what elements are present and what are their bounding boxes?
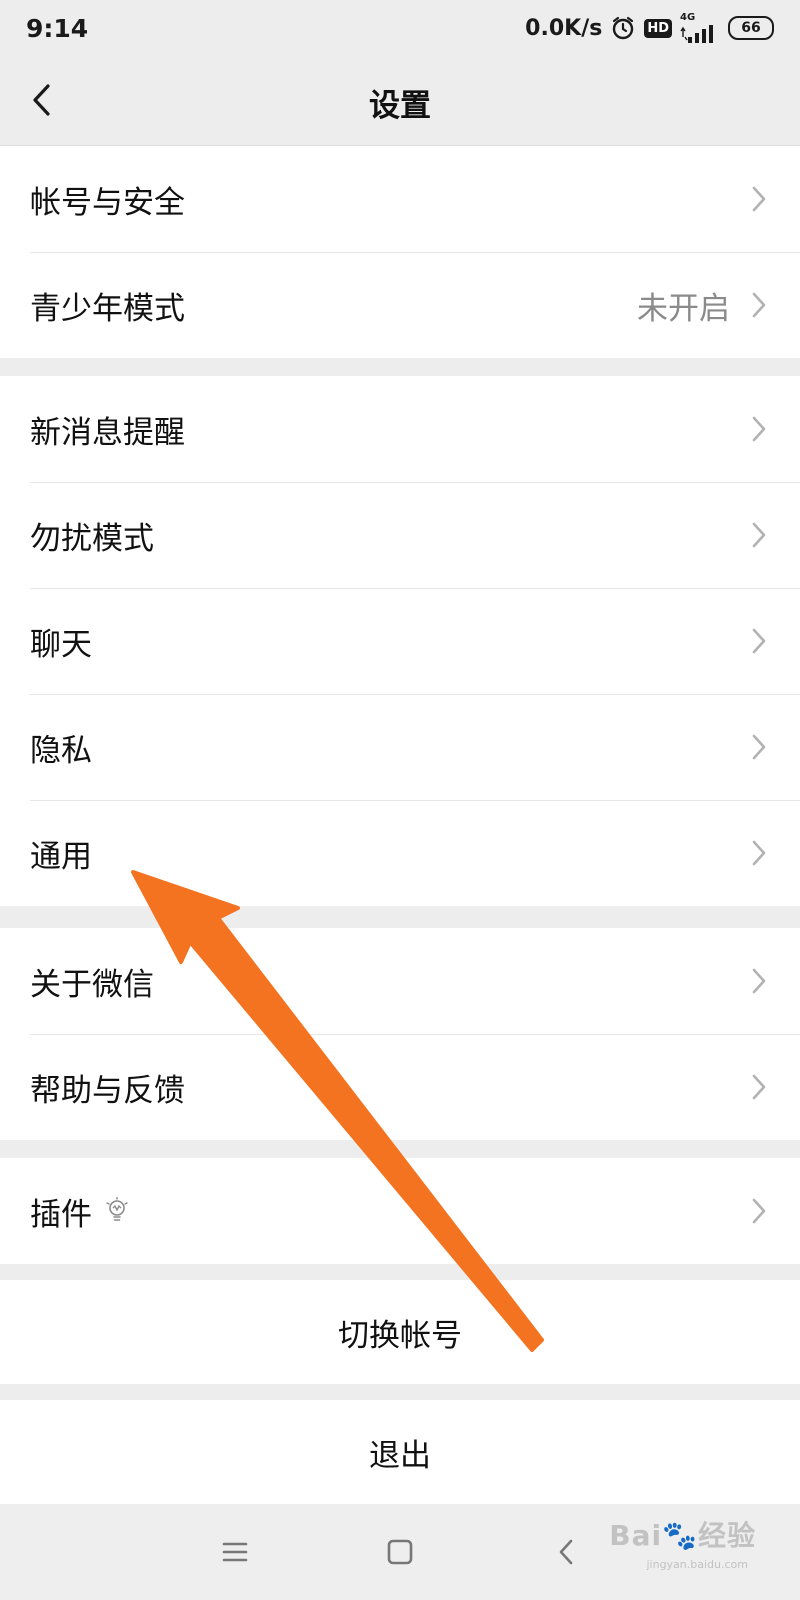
settings-group-about: 关于微信 帮助与反馈 <box>0 928 800 1140</box>
settings-item-chat[interactable]: 聊天 <box>0 588 800 694</box>
chevron-right-icon <box>752 628 766 654</box>
switch-account-label: 切换帐号 <box>338 1317 462 1354</box>
home-icon[interactable] <box>382 1534 418 1570</box>
settings-item-label: 聊天 <box>30 626 92 663</box>
settings-group-account: 帐号与安全 青少年模式 未开启 <box>0 146 800 358</box>
settings-item-do-not-disturb[interactable]: 勿扰模式 <box>0 482 800 588</box>
watermark-domain: jingyan.baidu.com <box>646 1558 748 1571</box>
status-bar: 9:14 0.0K/s HD 4G 66 <box>0 0 800 56</box>
alarm-icon <box>610 15 636 41</box>
settings-group-plugins: 插件 <box>0 1158 800 1264</box>
chevron-right-icon <box>752 968 766 994</box>
status-time: 9:14 <box>26 13 89 43</box>
settings-item-label: 帐号与安全 <box>30 184 185 221</box>
chevron-right-icon <box>752 1074 766 1100</box>
chevron-right-icon <box>752 734 766 760</box>
battery-icon: 66 <box>728 16 774 40</box>
chevron-right-icon <box>752 292 766 318</box>
watermark-brand-suffix: 经验 <box>697 1519 756 1552</box>
settings-item-label: 插件 <box>30 1196 92 1233</box>
nav-header: 设置 <box>0 56 800 146</box>
watermark-brand: Bai <box>609 1519 663 1552</box>
menu-icon[interactable] <box>217 1534 253 1570</box>
switch-account-button[interactable]: 切换帐号 <box>0 1280 800 1384</box>
hd-icon: HD <box>644 18 672 38</box>
settings-item-label: 隐私 <box>30 732 92 769</box>
settings-item-help-feedback[interactable]: 帮助与反馈 <box>0 1034 800 1140</box>
chevron-right-icon <box>752 522 766 548</box>
settings-item-youth-mode[interactable]: 青少年模式 未开启 <box>0 252 800 358</box>
paw-icon: 🐾 <box>662 1519 698 1552</box>
page-title: 设置 <box>369 88 431 124</box>
signal-icon: 4G <box>680 13 720 43</box>
settings-item-label: 青少年模式 <box>30 290 185 327</box>
settings-item-general[interactable]: 通用 <box>0 800 800 906</box>
baidu-watermark: Bai🐾经验 <box>609 1514 756 1554</box>
logout-label: 退出 <box>369 1437 431 1474</box>
settings-item-label: 新消息提醒 <box>30 414 185 451</box>
chevron-right-icon <box>752 186 766 212</box>
settings-group-general: 新消息提醒 勿扰模式 聊天 隐私 通用 <box>0 376 800 906</box>
settings-item-account-security[interactable]: 帐号与安全 <box>0 146 800 252</box>
logout-button[interactable]: 退出 <box>0 1400 800 1504</box>
settings-item-label: 关于微信 <box>30 966 154 1003</box>
network-type: 4G <box>680 12 696 23</box>
settings-item-notifications[interactable]: 新消息提醒 <box>0 376 800 482</box>
settings-item-label: 勿扰模式 <box>30 520 154 557</box>
lightbulb-icon <box>106 1197 128 1225</box>
settings-item-about[interactable]: 关于微信 <box>0 928 800 1034</box>
chevron-right-icon <box>752 840 766 866</box>
chevron-right-icon <box>752 416 766 442</box>
chevron-right-icon <box>752 1198 766 1224</box>
battery-level: 66 <box>741 20 761 36</box>
status-indicators: 0.0K/s HD 4G 66 <box>525 13 774 43</box>
settings-item-plugins[interactable]: 插件 <box>0 1158 800 1264</box>
settings-item-label: 帮助与反馈 <box>30 1072 185 1109</box>
back-icon[interactable] <box>548 1534 584 1570</box>
settings-item-label: 通用 <box>30 838 92 875</box>
settings-item-privacy[interactable]: 隐私 <box>0 694 800 800</box>
network-speed: 0.0K/s <box>525 15 603 41</box>
youth-mode-status: 未开启 <box>637 290 730 327</box>
